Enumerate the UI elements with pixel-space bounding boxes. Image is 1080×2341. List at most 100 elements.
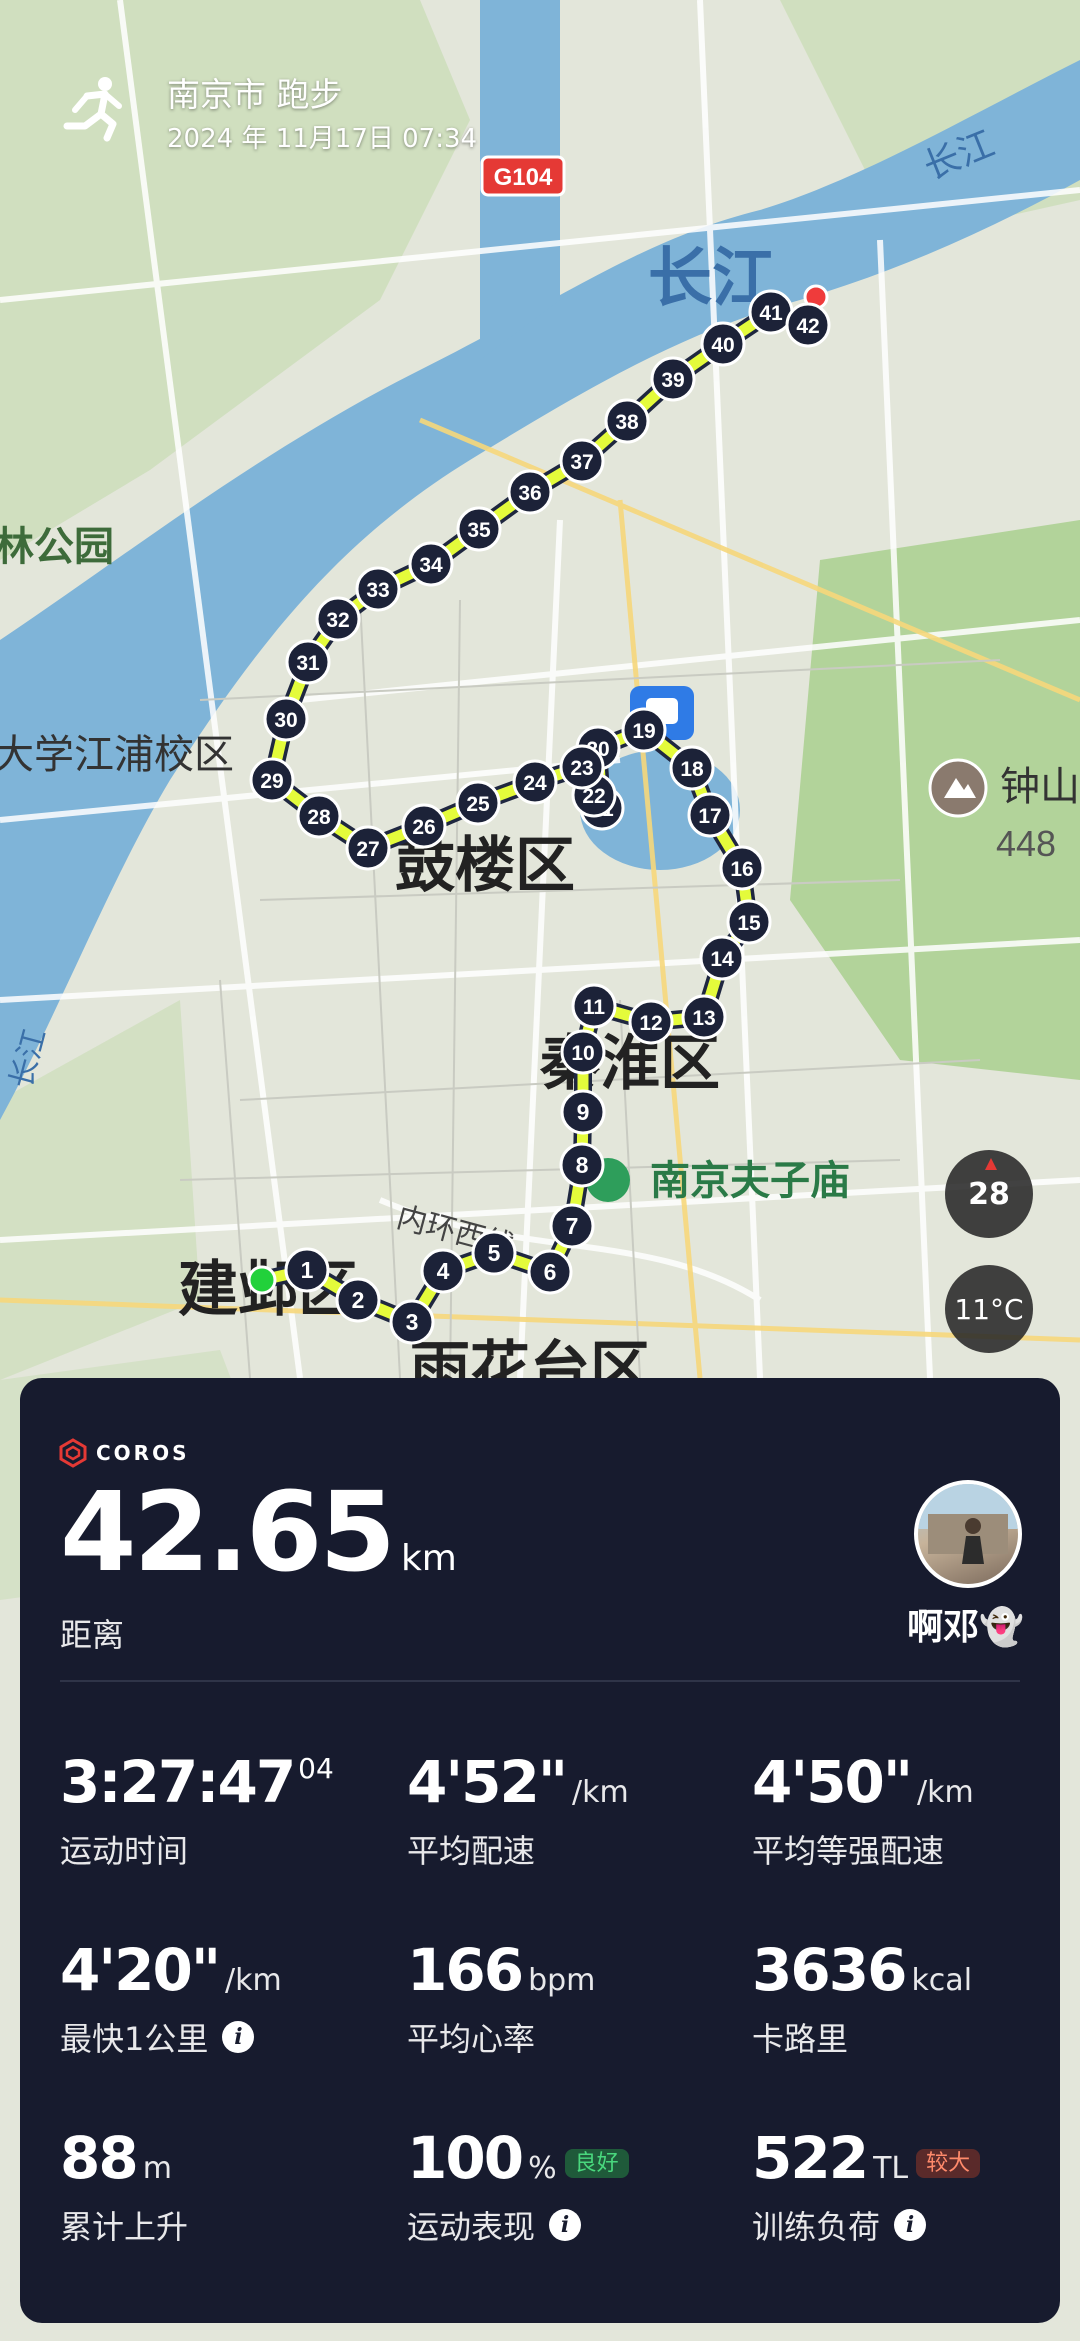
info-icon[interactable]: i [549,2209,582,2241]
stat-training-load: 522 TL 较大 训练负荷 i [752,2124,981,2248]
km-marker: 23 [559,744,605,790]
coros-logo-icon [59,1438,87,1468]
km-marker-label: 31 [296,652,320,675]
status-badge: 较大 [916,2149,981,2178]
km-marker-label: 7 [566,1213,579,1239]
mountain-label: 钟山 [1000,765,1080,809]
km-marker-label: 25 [466,793,490,816]
stat-avg-heart-rate: 166 bpm 平均心率 [407,1936,595,2060]
km-marker-label: 34 [419,554,443,577]
stat-value: 88 [60,2124,139,2192]
km-marker-label: 16 [730,858,753,881]
km-marker: 38 [604,398,650,444]
campus-label: 大学江浦校区 [0,733,234,777]
km-marker-label: 30 [274,709,297,732]
km-marker: 10 [560,1029,606,1075]
route-start-marker [247,1265,277,1295]
km-marker: 1 [284,1247,330,1293]
stat-value: 522 [752,2124,869,2192]
km-marker: 28 [296,793,342,839]
info-icon[interactable]: i [222,2021,255,2053]
km-marker-label: 10 [571,1042,594,1065]
stat-value: 3636 [752,1936,907,2004]
distance-value: 42.65 [60,1468,396,1596]
stat-unit: kcal [911,1963,973,1998]
km-marker: 37 [559,438,605,484]
km-marker-label: 12 [639,1012,662,1035]
km-marker: 4 [420,1248,466,1294]
park-label: 林公园 [0,525,114,569]
km-marker: 16 [719,845,765,891]
compass-widget[interactable]: 28 [945,1150,1033,1238]
km-marker-label: 4 [437,1258,450,1284]
stat-label: 平均配速 [407,1832,536,1870]
stats-card: COROS 42.65 km 距离 啊邓👻 3:27:47 04 运动时间 4'52… [20,1378,1060,2323]
km-marker: 18 [669,745,715,791]
activity-date: 2024 年 11月17日 07:34 [167,124,478,154]
stat-value: 4'52" [407,1748,568,1816]
km-marker-label: 14 [710,948,734,971]
stat-elevation-gain: 88 m 累计上升 [60,2124,188,2248]
km-marker-label: 6 [544,1259,557,1285]
km-marker-label: 33 [366,579,389,602]
km-marker-label: 1 [301,1257,314,1283]
km-marker-label: 18 [680,758,704,781]
temperature-value: 11°C [954,1292,1024,1326]
stat-label: 卡路里 [752,2020,849,2058]
km-marker: 26 [401,803,447,849]
km-marker: 25 [455,780,501,826]
km-marker: 8 [559,1142,605,1188]
km-marker-label: 8 [576,1152,589,1178]
temperature-widget: 11°C [945,1265,1033,1353]
km-marker: 9 [560,1089,606,1135]
stat-label: 运动表现 [407,2208,536,2246]
km-marker: 6 [527,1249,573,1295]
km-marker: 35 [456,506,502,552]
km-marker-label: 23 [570,757,593,780]
stat-unit: /km [917,1775,974,1810]
km-marker: 24 [512,759,558,805]
distance-unit: km [400,1538,457,1579]
distance-label: 距离 [60,1616,125,1654]
brand: COROS [58,1438,190,1468]
km-marker: 27 [345,825,391,871]
stat-unit: bpm [528,1963,596,1998]
km-marker-label: 24 [523,772,547,795]
status-badge: 良好 [564,2149,629,2178]
km-marker: 5 [471,1230,517,1276]
stat-value: 100 [407,2124,524,2192]
km-marker: 3 [389,1299,435,1345]
km-marker-label: 32 [326,609,349,632]
stat-unit: m [142,2151,172,2186]
km-marker: 11 [571,983,617,1029]
stat-value: 4'20" [60,1936,221,2004]
km-marker: 32 [315,596,361,642]
stat-value: 4'50" [752,1748,913,1816]
distance-display: 42.65 km [60,1468,457,1596]
avatar[interactable] [914,1480,1022,1588]
km-marker-label: 11 [583,996,606,1019]
stat-avg-grade-pace: 4'50"/km 平均等强配速 [752,1748,974,1872]
stat-unit: /km [225,1963,282,1998]
km-marker: 34 [408,541,454,587]
info-icon[interactable]: i [894,2209,927,2241]
km-marker-label: 19 [632,720,655,743]
km-marker-label: 40 [711,334,734,357]
km-marker-label: 28 [307,806,331,829]
km-marker: 30 [263,696,309,742]
stat-fastest-km: 4'20"/km 最快1公里 i [60,1936,282,2060]
km-marker-label: 5 [488,1240,501,1266]
brand-name: COROS [96,1441,190,1465]
km-marker-label: 29 [260,770,283,793]
divider [60,1680,1020,1682]
km-marker-label: 38 [615,411,639,434]
km-marker-label: 36 [518,482,541,505]
km-marker-label: 13 [692,1007,715,1030]
compass-needle-icon [985,1158,997,1170]
km-marker-label: 17 [698,805,721,828]
km-marker: 33 [355,566,401,612]
poi-label-fuzimiao[interactable]: 南京夫子庙 [650,1159,850,1203]
stat-label: 平均心率 [407,2020,536,2058]
stat-label: 最快1公里 [60,2020,209,2058]
stat-unit: TL [873,2151,909,2186]
